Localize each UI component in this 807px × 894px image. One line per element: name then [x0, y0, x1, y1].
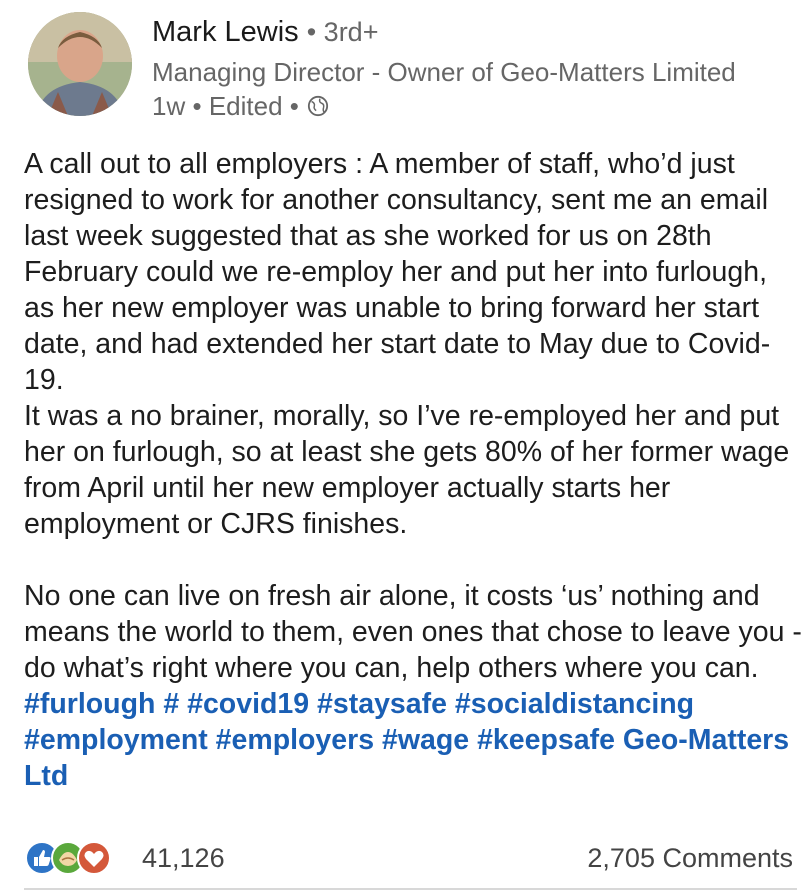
post-age: 1w	[152, 91, 186, 121]
love-icon	[77, 841, 111, 875]
reaction-count[interactable]: 41,126	[142, 843, 225, 874]
post-paragraph-hashtags: No one can live on fresh air alone, it c…	[24, 578, 804, 794]
author-headline: Managing Director - Owner of Geo-Matters…	[152, 57, 736, 87]
globe-icon	[307, 95, 328, 117]
hashtag-link[interactable]: #staysafe	[317, 688, 447, 720]
post-paragraph-text: No one can live on fresh air alone, it c…	[24, 580, 802, 684]
reaction-icons[interactable]	[24, 840, 134, 876]
linkedin-post: Mark Lewis • 3rd+ Managing Director - Ow…	[0, 0, 807, 894]
post-body: A call out to all employers : A member o…	[24, 146, 804, 794]
edited-label: Edited	[208, 91, 283, 121]
post-header: Mark Lewis • 3rd+ Managing Director - Ow…	[28, 8, 797, 128]
social-counts-bar: 41,126 2,705 Comments	[24, 838, 797, 878]
hashtag-link[interactable]: #covid19	[187, 688, 309, 720]
divider	[24, 888, 797, 890]
connection-degree: • 3rd+	[306, 17, 379, 47]
avatar[interactable]	[28, 12, 132, 116]
hashtag-link[interactable]: #employment	[24, 724, 208, 756]
post-paragraph: It was a no brainer, morally, so I’ve re…	[24, 400, 790, 540]
meta-separator: •	[289, 91, 299, 121]
post-paragraph: A call out to all employers : A member o…	[24, 148, 771, 396]
author-name[interactable]: Mark Lewis	[152, 16, 299, 48]
post-meta: 1w • Edited •	[152, 90, 329, 122]
hashtag-link[interactable]: #keepsafe	[477, 724, 615, 756]
comments-count-link[interactable]: 2,705 Comments	[587, 843, 797, 874]
hashtag-link[interactable]: #	[163, 688, 179, 720]
hashtag-link[interactable]: #socialdistancing	[455, 688, 694, 720]
hashtag-link[interactable]: #wage	[382, 724, 469, 756]
hashtag-link[interactable]: #employers	[216, 724, 374, 756]
hashtag-link[interactable]: #furlough	[24, 688, 155, 720]
author-name-row[interactable]: Mark Lewis • 3rd+	[152, 14, 378, 50]
meta-separator: •	[192, 91, 202, 121]
avatar-photo	[28, 12, 132, 116]
